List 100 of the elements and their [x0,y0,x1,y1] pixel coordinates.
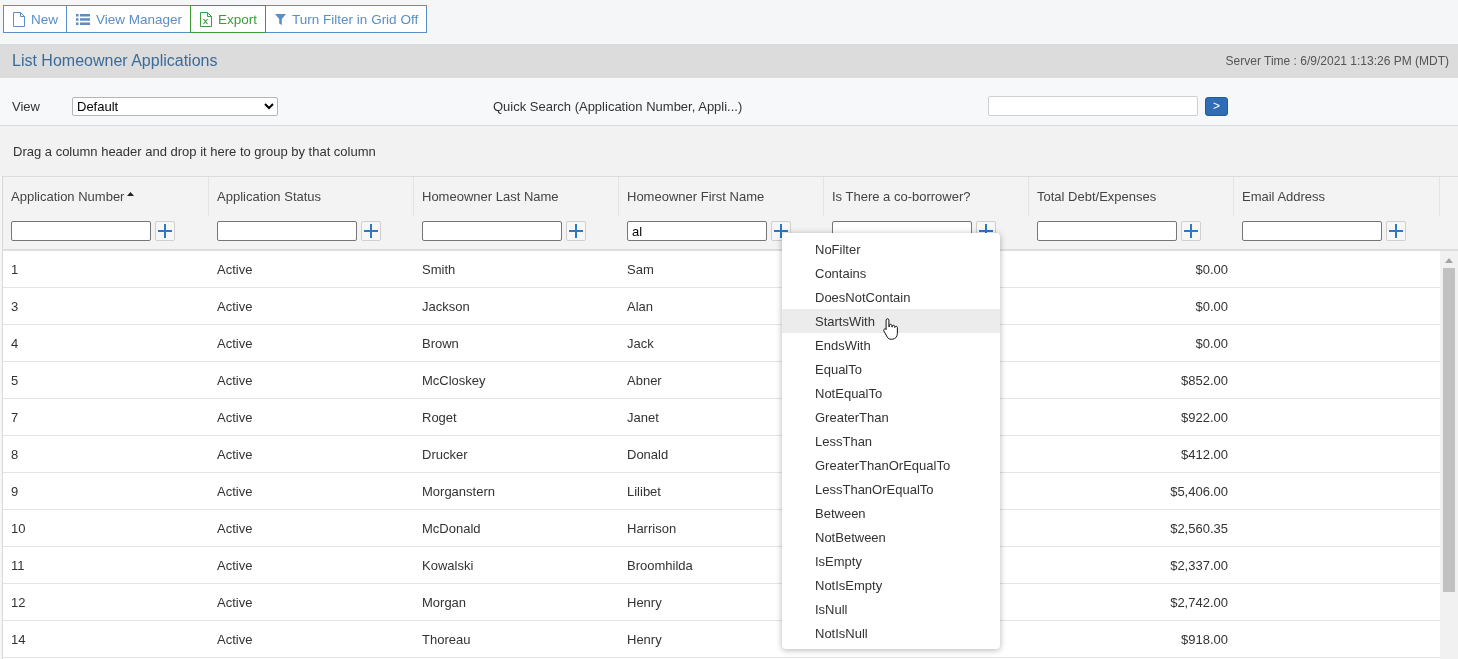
table-cell: 12 [11,594,26,610]
table-cell: $918.00 [1181,631,1228,647]
table-cell: Donald [627,446,669,462]
menu-item[interactable]: GreaterThanOrEqualTo [782,453,1000,477]
menu-item[interactable]: LessThanOrEqualTo [782,477,1000,501]
table-cell: Active [217,335,253,351]
scrollbar-thumb[interactable] [1443,268,1455,592]
table-cell: Active [217,446,253,462]
table-cell: 7 [11,409,19,425]
plus-icon [364,224,378,238]
table-cell: Active [217,298,253,314]
table-cell: 10 [11,520,26,536]
table-cell: Alan [627,298,654,314]
menu-item[interactable]: NotEqualTo [782,381,1000,405]
table-cell: Thoreau [422,631,471,647]
menu-item[interactable]: NotBetween [782,525,1000,549]
plus-icon [569,224,583,238]
table-cell: Jack [627,335,654,351]
table-cell: Jackson [422,298,470,314]
table-cell: 14 [11,631,26,647]
menu-item[interactable]: LessThan [782,429,1000,453]
table-cell: Active [217,520,253,536]
plus-icon [1389,224,1403,238]
table-cell: Roget [422,409,457,425]
file-icon [13,11,25,27]
search-button[interactable]: > [1205,96,1228,116]
filter-input[interactable] [217,221,357,241]
table-cell: Janet [627,409,659,425]
menu-item[interactable]: EndsWith [782,333,1000,357]
filter-options-button[interactable] [361,221,381,241]
table-cell: Kowalski [422,557,474,573]
menu-item[interactable]: IsNull [782,597,1000,621]
filter-input[interactable] [422,221,562,241]
menu-item[interactable]: DoesNotContain [782,285,1000,309]
table-cell: 8 [11,446,19,462]
toolbar-button[interactable]: New [3,5,67,33]
table-cell: $412.00 [1181,446,1228,462]
filter-options-button[interactable] [1386,221,1406,241]
spreadsheet-file-icon [200,11,213,27]
table-cell: $852.00 [1181,372,1228,388]
table-cell: $2,560.35 [1170,520,1228,536]
table-cell: 3 [11,298,19,314]
table-cell: Active [217,261,253,277]
table-cell: Morganstern [422,483,495,499]
view-label: View [12,98,40,114]
menu-item[interactable]: Contains [782,261,1000,285]
table-cell: 11 [11,557,25,573]
view-select[interactable]: Default [72,96,278,116]
table-cell: $0.00 [1195,335,1228,351]
table-cell: Active [217,372,253,388]
table-cell: $0.00 [1195,298,1228,314]
table-cell: 1 [11,261,19,277]
table-cell: $2,337.00 [1170,557,1228,573]
menu-item[interactable]: NoFilter [782,237,1000,261]
plus-icon [774,224,788,238]
filter-icon [275,13,287,25]
menu-item[interactable]: Between [782,501,1000,525]
scrollbar-track[interactable] [1440,251,1458,659]
table-cell: Broomhilda [627,557,693,573]
server-time: Server Time : 6/9/2021 1:13:26 PM (MDT) [1225,54,1449,68]
toolbar-button[interactable]: Turn Filter in Grid Off [265,5,428,33]
table-cell: Active [217,409,253,425]
table-cell: Sam [627,261,654,277]
table-cell: $0.00 [1195,261,1228,277]
table-cell: Morgan [422,594,467,610]
table-cell: 5 [11,372,19,388]
table-cell: McDonald [422,520,481,536]
filter-options-button[interactable] [155,221,175,241]
table-cell: Lilibet [627,483,661,499]
menu-item[interactable]: NotIsNull [782,621,1000,645]
table-cell: $5,406.00 [1170,483,1228,499]
menu-item[interactable]: NotIsEmpty [782,573,1000,597]
filter-input[interactable] [1037,221,1177,241]
plus-icon [1184,224,1198,238]
menu-item[interactable]: GreaterThan [782,405,1000,429]
sort-ascending-icon [127,191,135,196]
table-cell: McCloskey [422,372,486,388]
list-icon [76,13,90,25]
filter-input[interactable]: al [627,221,767,241]
menu-item[interactable]: EqualTo [782,357,1000,381]
table-cell: $2,742.00 [1170,594,1228,610]
table-cell: Smith [422,261,456,277]
table-cell: Active [217,483,253,499]
toolbar-button[interactable]: Export [190,5,267,33]
filter-input[interactable] [11,221,151,241]
table-cell: Brown [422,335,459,351]
menu-item[interactable]: IsEmpty [782,549,1000,573]
table-cell: Harrison [627,520,677,536]
filter-options-button[interactable] [1181,221,1201,241]
toolbar-button[interactable]: View Manager [66,5,192,33]
table-cell: 4 [11,335,19,351]
plus-icon [158,224,172,238]
table-cell: Active [217,557,253,573]
table-cell: Active [217,594,253,610]
filter-input[interactable] [1242,221,1382,241]
filter-options-button[interactable] [566,221,586,241]
table-cell: Henry [627,631,662,647]
quick-search-input[interactable] [988,96,1198,116]
table-cell: Abner [627,372,662,388]
scroll-up-icon[interactable] [1445,258,1453,263]
